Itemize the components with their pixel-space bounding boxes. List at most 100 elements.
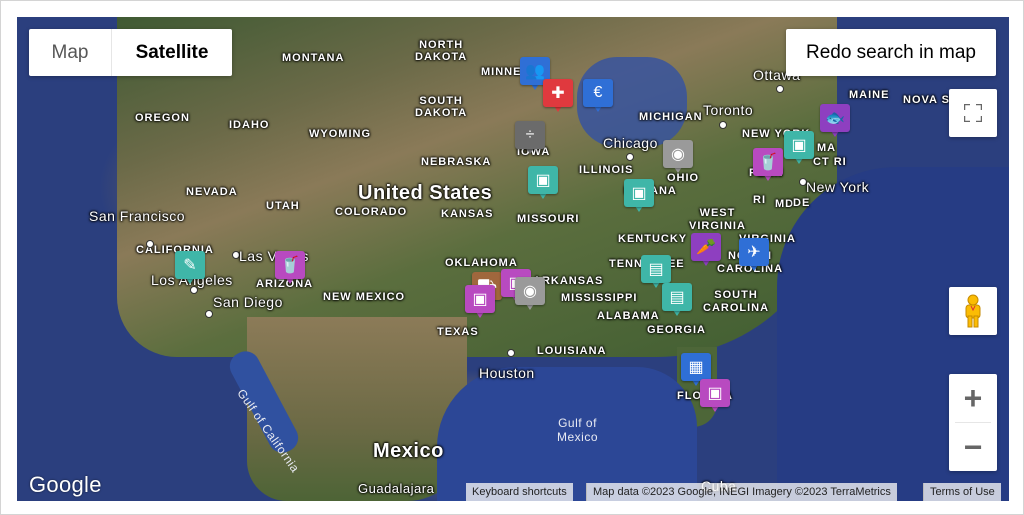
label-gulf-of-mexico: Gulf of Mexico <box>557 416 599 444</box>
marker-body: ✎ <box>175 251 205 279</box>
marker-body: ▣ <box>624 179 654 207</box>
city-dot-san-diego <box>205 310 213 318</box>
google-logo: Google <box>29 472 102 497</box>
newspaper-icon: ▤ <box>669 289 685 306</box>
label-kansas: KANSAS <box>441 208 494 220</box>
marker-body: € <box>583 79 613 107</box>
carrot-icon: 🥕 <box>696 239 716 256</box>
label-alabama: ALABAMA <box>597 310 660 322</box>
label-utah: UTAH <box>266 200 300 212</box>
map-marker-museum-illinois[interactable]: ▣ <box>528 166 558 202</box>
label-illinois: ILLINOIS <box>579 164 634 176</box>
label-mississippi: MISSISSIPPI <box>561 292 638 304</box>
label-new-mexico: NEW MEXICO <box>323 291 406 303</box>
zoom-in-button[interactable]: + <box>949 374 997 422</box>
hospital-icon: ✚ <box>551 85 565 102</box>
map-marker-hospital[interactable]: ✚ <box>543 79 573 115</box>
keyboard-shortcuts-link[interactable]: Keyboard shortcuts <box>466 483 573 501</box>
person-badge-icon: ◉ <box>671 146 685 163</box>
money-bag-icon: € <box>593 84 603 101</box>
label-north-dakota: NORTH DAKOTA <box>415 39 468 64</box>
marker-body: 🐟 <box>820 104 850 132</box>
label-missouri: MISSOURI <box>517 213 580 225</box>
map-marker-arizona-food[interactable]: 🥤 <box>275 251 305 287</box>
people-group-icon: 👥 <box>525 63 545 80</box>
marker-body: ▣ <box>465 285 495 313</box>
map-marker-airport[interactable]: ✈ <box>739 238 769 274</box>
label-new-york: New York <box>806 179 870 195</box>
map-marker-florida-museum[interactable]: ▣ <box>700 379 730 415</box>
office-building-icon: ▦ <box>688 359 704 376</box>
label-georgia: GEORGIA <box>647 324 706 336</box>
label-ma: MA <box>817 142 837 154</box>
label-colorado: COLORADO <box>335 206 408 218</box>
drink-icon: 🥤 <box>758 154 778 171</box>
label-nebraska: NEBRASKA <box>421 156 492 168</box>
map-marker-education[interactable]: ÷ <box>515 121 545 157</box>
label-de: MD <box>775 198 795 210</box>
label-montana: MONTANA <box>282 52 345 64</box>
redo-search-button[interactable]: Redo search in map <box>786 29 996 76</box>
label-south-dakota: SOUTH DAKOTA <box>415 95 468 120</box>
label-san-diego: San Diego <box>213 294 283 310</box>
label-kentucky: KENTUCKY <box>618 233 688 245</box>
fullscreen-icon <box>964 104 982 122</box>
division-icon: ÷ <box>525 126 535 143</box>
map-marker-los-angeles-art[interactable]: ✎ <box>175 251 205 287</box>
label-mexico: Mexico <box>373 440 444 462</box>
city-dot-san-francisco <box>146 240 154 248</box>
label-oklahoma: OKLAHOMA <box>445 257 518 269</box>
marker-body: ✈ <box>739 238 769 266</box>
label-oregon: OREGON <box>135 112 190 124</box>
map-marker-finance[interactable]: € <box>583 79 613 115</box>
label-wyoming: WYOMING <box>309 128 371 140</box>
marker-body: ▦ <box>681 353 711 381</box>
label-guadalajara: Guadalajara <box>358 481 435 496</box>
label-san-francisco: San Francisco <box>89 208 185 224</box>
fullscreen-button[interactable] <box>949 89 997 137</box>
street-view-pegman-icon <box>965 294 981 328</box>
label-nj: DE <box>793 197 811 209</box>
map-marker-pennsylvania-food[interactable]: 🥤 <box>753 148 783 184</box>
marker-body: ◉ <box>515 277 545 305</box>
street-view-pegman-button[interactable] <box>949 287 997 335</box>
label-texas: TEXAS <box>437 326 479 338</box>
map-marker-texas-museum[interactable]: ▣ <box>465 285 495 321</box>
city-dot-ottawa <box>776 85 784 93</box>
map-marker-fish[interactable]: 🐟 <box>820 104 850 140</box>
paintbrush-icon: ✎ <box>183 257 197 274</box>
map-marker-ohio-person[interactable]: ◉ <box>663 140 693 176</box>
drink-icon: 🥤 <box>280 257 300 274</box>
city-dot-houston <box>507 349 515 357</box>
zoom-control: + − <box>949 374 997 471</box>
satellite-map-canvas[interactable]: MONTANA NORTH DAKOTA SOUTH DAKOTA OREGON I… <box>17 17 1009 501</box>
label-michigan: MICHIGAN <box>639 111 703 123</box>
marker-body: ▤ <box>662 283 692 311</box>
person-badge-icon: ◉ <box>523 283 537 300</box>
portrait-frame-icon: ▣ <box>535 172 551 189</box>
zoom-out-button[interactable]: − <box>949 423 997 471</box>
map-widget-frame: MONTANA NORTH DAKOTA SOUTH DAKOTA OREGON I… <box>0 0 1024 515</box>
map-type-map-button[interactable]: Map <box>29 29 112 76</box>
label-nevada: NEVADA <box>186 186 238 198</box>
map-marker-carrot[interactable]: 🥕 <box>691 233 721 269</box>
label-toronto: Toronto <box>703 102 754 118</box>
marker-body: ▣ <box>784 131 814 159</box>
map-marker-new-york-museum[interactable]: ▣ <box>784 131 814 167</box>
marker-body: 🥤 <box>275 251 305 279</box>
map-type-satellite-button[interactable]: Satellite <box>112 29 232 76</box>
label-south-carolina: SOUTH CAROLINA <box>703 289 770 315</box>
portrait-frame-icon: ▣ <box>791 137 807 154</box>
marker-body: ▣ <box>700 379 730 407</box>
marker-body: 🥕 <box>691 233 721 261</box>
label-west-virginia: WEST VIRGINIA <box>689 207 746 233</box>
marker-body: ◉ <box>663 140 693 168</box>
map-marker-museum-indiana[interactable]: ▣ <box>624 179 654 215</box>
label-louisiana: LOUISIANA <box>537 345 607 357</box>
airplane-icon: ✈ <box>747 244 761 261</box>
label-idaho: IDAHO <box>229 119 270 131</box>
map-marker-news-georgia[interactable]: ▤ <box>662 283 692 319</box>
terms-of-use-link[interactable]: Terms of Use <box>923 483 1001 501</box>
label-md: RI <box>753 194 766 206</box>
map-marker-arkansas-person[interactable]: ◉ <box>515 277 545 313</box>
